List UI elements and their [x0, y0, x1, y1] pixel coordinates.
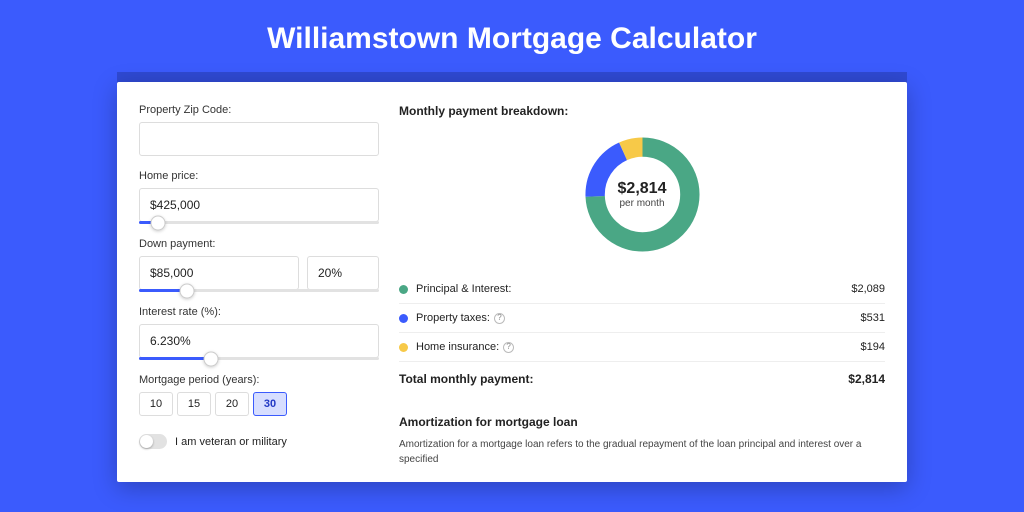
legend-row-taxes: Property taxes: $531 [399, 304, 885, 333]
donut-value: $2,814 [618, 180, 667, 198]
total-value: $2,814 [848, 372, 885, 386]
interest-rate-field-block: Interest rate (%): [139, 306, 379, 360]
amortization-text: Amortization for a mortgage loan refers … [399, 437, 885, 467]
home-price-slider[interactable] [139, 221, 379, 224]
dot-icon [399, 285, 408, 294]
interest-rate-slider-thumb[interactable] [204, 351, 219, 366]
legend-value-insurance: $194 [861, 341, 885, 353]
interest-rate-label: Interest rate (%): [139, 306, 379, 318]
breakdown-panel: Monthly payment breakdown: $2,814 per mo… [399, 104, 885, 482]
total-row: Total monthly payment: $2,814 [399, 362, 885, 400]
interest-rate-slider[interactable] [139, 357, 379, 360]
veteran-toggle-knob [140, 435, 153, 448]
home-price-input[interactable] [139, 188, 379, 222]
donut-center: $2,814 per month [580, 132, 705, 257]
period-option-15[interactable]: 15 [177, 392, 211, 416]
total-label: Total monthly payment: [399, 372, 848, 386]
veteran-label: I am veteran or military [175, 436, 287, 448]
mortgage-period-label: Mortgage period (years): [139, 374, 379, 386]
period-option-20[interactable]: 20 [215, 392, 249, 416]
dot-icon [399, 314, 408, 323]
home-price-slider-thumb[interactable] [151, 215, 166, 230]
info-icon[interactable] [503, 342, 514, 353]
donut-subtext: per month [619, 198, 664, 209]
donut-chart: $2,814 per month [580, 132, 705, 257]
legend-label-principal: Principal & Interest: [416, 283, 851, 295]
interest-rate-input[interactable] [139, 324, 379, 358]
period-option-30[interactable]: 30 [253, 392, 287, 416]
home-price-label: Home price: [139, 170, 379, 182]
calculator-card: Property Zip Code: Home price: Down paym… [117, 82, 907, 482]
legend-value-principal: $2,089 [851, 283, 885, 295]
amortization-title: Amortization for mortgage loan [399, 400, 885, 437]
zip-field-block: Property Zip Code: [139, 104, 379, 156]
breakdown-title: Monthly payment breakdown: [399, 104, 885, 118]
legend-label-insurance: Home insurance: [416, 341, 861, 353]
zip-label: Property Zip Code: [139, 104, 379, 116]
breakdown-legend: Principal & Interest: $2,089 Property ta… [399, 275, 885, 400]
down-payment-input[interactable] [139, 256, 299, 290]
inputs-panel: Property Zip Code: Home price: Down paym… [139, 104, 379, 482]
home-price-field-block: Home price: [139, 170, 379, 224]
legend-value-taxes: $531 [861, 312, 885, 324]
veteran-toggle[interactable] [139, 434, 167, 449]
zip-input[interactable] [139, 122, 379, 156]
mortgage-period-field-block: Mortgage period (years): 10 15 20 30 [139, 374, 379, 416]
info-icon[interactable] [494, 313, 505, 324]
down-payment-percent-input[interactable] [307, 256, 379, 290]
veteran-toggle-row: I am veteran or military [139, 434, 379, 449]
legend-label-taxes: Property taxes: [416, 312, 861, 324]
down-payment-field-block: Down payment: [139, 238, 379, 292]
donut-chart-wrap: $2,814 per month [399, 132, 885, 257]
down-payment-label: Down payment: [139, 238, 379, 250]
down-payment-slider-thumb[interactable] [180, 283, 195, 298]
page-title: Williamstown Mortgage Calculator [267, 22, 757, 56]
page-root: Williamstown Mortgage Calculator Propert… [0, 0, 1024, 512]
dot-icon [399, 343, 408, 352]
legend-row-principal: Principal & Interest: $2,089 [399, 275, 885, 304]
legend-row-insurance: Home insurance: $194 [399, 333, 885, 362]
mortgage-period-options: 10 15 20 30 [139, 392, 379, 416]
down-payment-slider[interactable] [139, 289, 379, 292]
period-option-10[interactable]: 10 [139, 392, 173, 416]
